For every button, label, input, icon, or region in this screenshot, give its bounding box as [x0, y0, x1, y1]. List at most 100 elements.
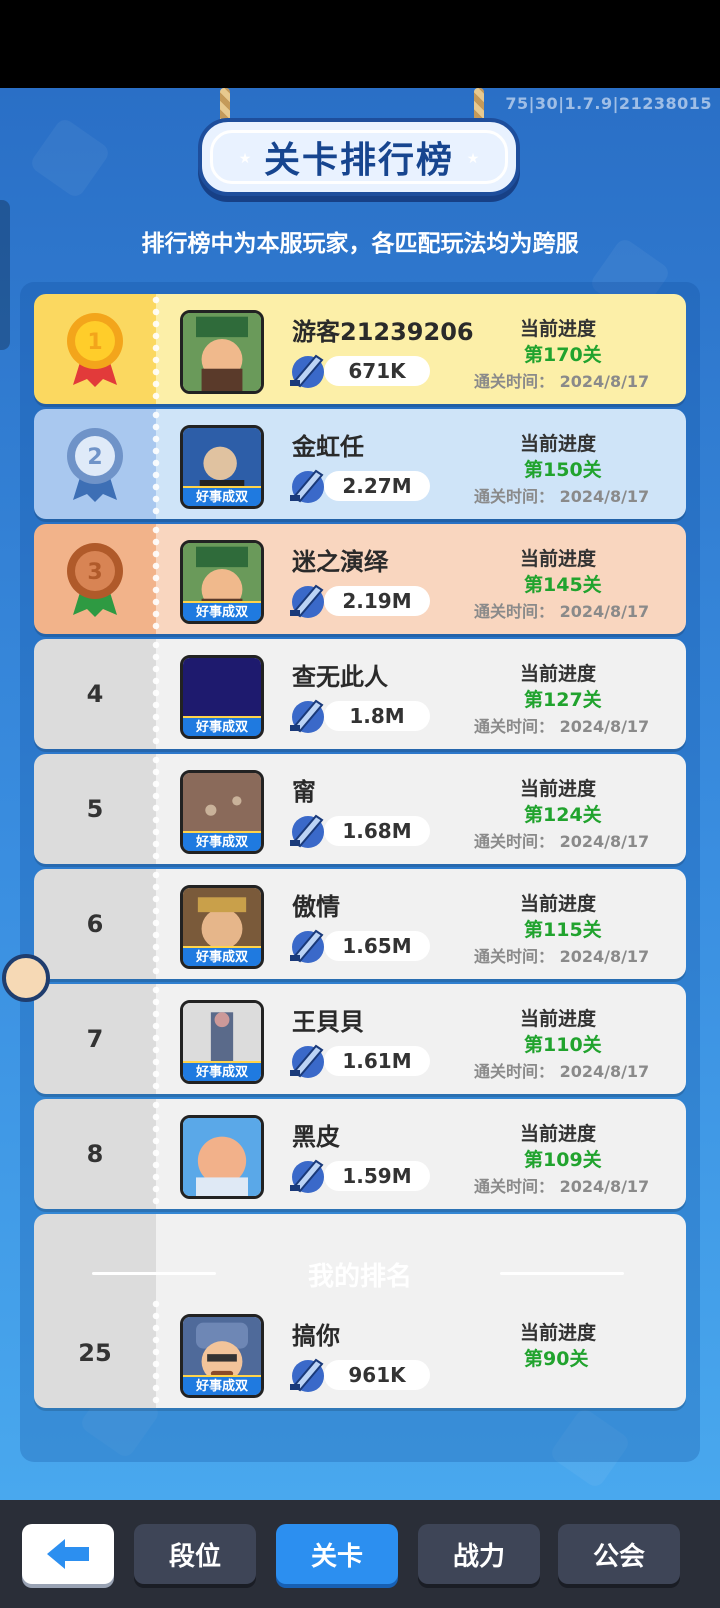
player-name: 傲情 — [292, 893, 340, 921]
my-rank-row[interactable]: 25 好事成双 搞你 961K 当前进度 第90关 — [34, 1298, 686, 1408]
avatar[interactable]: 好事成双 — [180, 425, 264, 509]
medal-rank-number: 2 — [87, 445, 102, 470]
clear-time: 通关时间： 2024/8/17 — [474, 1062, 650, 1081]
avatar[interactable]: 好事成双 — [180, 540, 264, 624]
medal-rank-number: 3 — [87, 560, 102, 585]
progress-level: 第90关 — [524, 1348, 589, 1370]
progress-label: 当前进度 — [520, 433, 597, 455]
avatar[interactable] — [180, 1115, 264, 1199]
player-name: 王貝貝 — [292, 1008, 364, 1036]
bg-decoration — [28, 116, 112, 200]
event-tag: 好事成双 — [183, 1375, 261, 1395]
combat-power: 1.8M — [324, 701, 430, 731]
rank-medal-icon: 3 — [67, 543, 123, 617]
avatar[interactable] — [180, 310, 264, 394]
bottom-nav: 段位 关卡 战力 公会 — [0, 1500, 720, 1608]
tab-rank-tier[interactable]: 段位 — [134, 1524, 256, 1584]
floating-assistant-icon[interactable] — [2, 954, 50, 1002]
progress-level: 第170关 — [524, 344, 602, 366]
title-plate: ★ 关卡排行榜 ★ — [198, 118, 520, 196]
combat-power: 671K — [324, 356, 430, 386]
combat-power: 2.19M — [324, 586, 430, 616]
status-bar-area — [0, 0, 720, 88]
event-tag: 好事成双 — [183, 946, 261, 966]
progress-label: 当前进度 — [520, 1322, 597, 1344]
leaderboard-list[interactable]: 1 游客21239206 671K 当前进度 第170关 通关时间： 2024/8/17 2… — [34, 294, 686, 1348]
clear-time: 通关时间： 2024/8/17 — [474, 487, 650, 506]
avatar[interactable]: 好事成双 — [180, 655, 264, 739]
progress-level: 第150关 — [524, 459, 602, 481]
event-tag: 好事成双 — [183, 1061, 261, 1081]
player-name: 查无此人 — [292, 663, 388, 691]
combat-power: 1.65M — [324, 931, 430, 961]
back-button[interactable] — [22, 1524, 114, 1584]
clear-time: 通关时间： 2024/8/17 — [474, 717, 650, 736]
progress-label: 当前进度 — [520, 1008, 597, 1030]
progress-label: 当前进度 — [520, 663, 597, 685]
event-tag: 好事成双 — [183, 486, 261, 506]
progress-level: 第109关 — [524, 1149, 602, 1171]
combat-power: 961K — [324, 1360, 430, 1390]
avatar[interactable]: 好事成双 — [180, 1000, 264, 1084]
version-label: 75|30|1.7.9|21238015 — [505, 94, 712, 113]
combat-power: 2.27M — [324, 471, 430, 501]
progress-label: 当前进度 — [520, 318, 597, 340]
tab-power[interactable]: 战力 — [418, 1524, 540, 1584]
star-icon: ★ — [238, 151, 252, 167]
rank-medal-icon: 1 — [67, 313, 123, 387]
combat-power: 1.59M — [324, 1161, 430, 1191]
progress-label: 当前进度 — [520, 548, 597, 570]
leaderboard-row[interactable]: 5 好事成双 甯 1.68M 当前进度第124关通关时间： 2024/8/17 — [34, 754, 686, 864]
player-name: 金虹任 — [292, 433, 364, 461]
divider — [500, 1272, 624, 1275]
progress-level: 第124关 — [524, 804, 602, 826]
avatar[interactable]: 好事成双 — [180, 885, 264, 969]
event-tag: 好事成双 — [183, 716, 261, 736]
back-arrow-icon — [47, 1539, 89, 1569]
player-name: 甯 — [292, 778, 316, 806]
player-name: 游客21239206 — [292, 318, 474, 346]
rank-number: 8 — [86, 1140, 104, 1168]
rank-number: 5 — [86, 795, 104, 823]
clear-time: 通关时间： 2024/8/17 — [474, 1177, 650, 1196]
player-name: 搞你 — [292, 1322, 340, 1350]
rank-number: 4 — [86, 680, 104, 708]
player-name: 迷之演绎 — [292, 548, 388, 576]
leaderboard-row[interactable]: 7 好事成双 王貝貝 1.61M 当前进度第110关通关时间： 2024/8/17 — [34, 984, 686, 1094]
progress-level: 第145关 — [524, 574, 602, 596]
progress-label: 当前进度 — [520, 1123, 597, 1145]
avatar[interactable]: 好事成双 — [180, 1314, 264, 1398]
progress-label: 当前进度 — [520, 778, 597, 800]
clear-time: 通关时间： 2024/8/17 — [474, 832, 650, 851]
leaderboard-row[interactable]: 8 黑皮 1.59M 当前进度第109关通关时间： 2024/8/17 — [34, 1099, 686, 1209]
combat-power: 1.61M — [324, 1046, 430, 1076]
player-name: 黑皮 — [292, 1123, 340, 1151]
clear-time: 通关时间： 2024/8/17 — [474, 947, 650, 966]
avatar[interactable]: 好事成双 — [180, 770, 264, 854]
progress-label: 当前进度 — [520, 893, 597, 915]
leaderboard-row[interactable]: 4 好事成双 查无此人 1.8M 当前进度第127关通关时间： 2024/8/17 — [34, 639, 686, 749]
progress-level: 第115关 — [524, 919, 602, 941]
leaderboard-row[interactable]: 2 好事成双 金虹任 2.27M 当前进度第150关通关时间： 2024/8/17 — [34, 409, 686, 519]
server-notice: 排行榜中为本服玩家，各匹配玩法均为跨服 — [141, 231, 579, 257]
combat-power: 1.68M — [324, 816, 430, 846]
clear-time: 通关时间： 2024/8/17 — [474, 602, 650, 621]
leaderboard-row[interactable]: 6 好事成双 傲情 1.65M 当前进度第115关通关时间： 2024/8/17 — [34, 869, 686, 979]
rank-number: 6 — [86, 910, 104, 938]
medal-rank-number: 1 — [87, 330, 102, 355]
rank-medal-icon: 2 — [67, 428, 123, 502]
progress-level: 第127关 — [524, 689, 602, 711]
star-icon: ★ — [466, 151, 480, 167]
tab-guild[interactable]: 公会 — [558, 1524, 680, 1584]
event-tag: 好事成双 — [183, 831, 261, 851]
leaderboard-row[interactable]: 3 好事成双 迷之演绎 2.19M 当前进度第145关通关时间： 2024/8/17 — [34, 524, 686, 634]
progress-level: 第110关 — [524, 1034, 602, 1056]
rank-number: 7 — [86, 1025, 104, 1053]
rank-number: 25 — [78, 1339, 112, 1367]
tab-stage[interactable]: 关卡 — [276, 1524, 398, 1584]
side-drawer-handle[interactable] — [0, 200, 10, 350]
page-title: 关卡排行榜 — [263, 140, 454, 181]
leaderboard-row[interactable]: 1 游客21239206 671K 当前进度第170关通关时间： 2024/8/17 — [34, 294, 686, 404]
clear-time: 通关时间： 2024/8/17 — [474, 372, 650, 391]
leaderboard-screen: 75|30|1.7.9|21238015 ★ 关卡排行榜 ★ 排行榜中为本服玩家… — [0, 88, 720, 1500]
